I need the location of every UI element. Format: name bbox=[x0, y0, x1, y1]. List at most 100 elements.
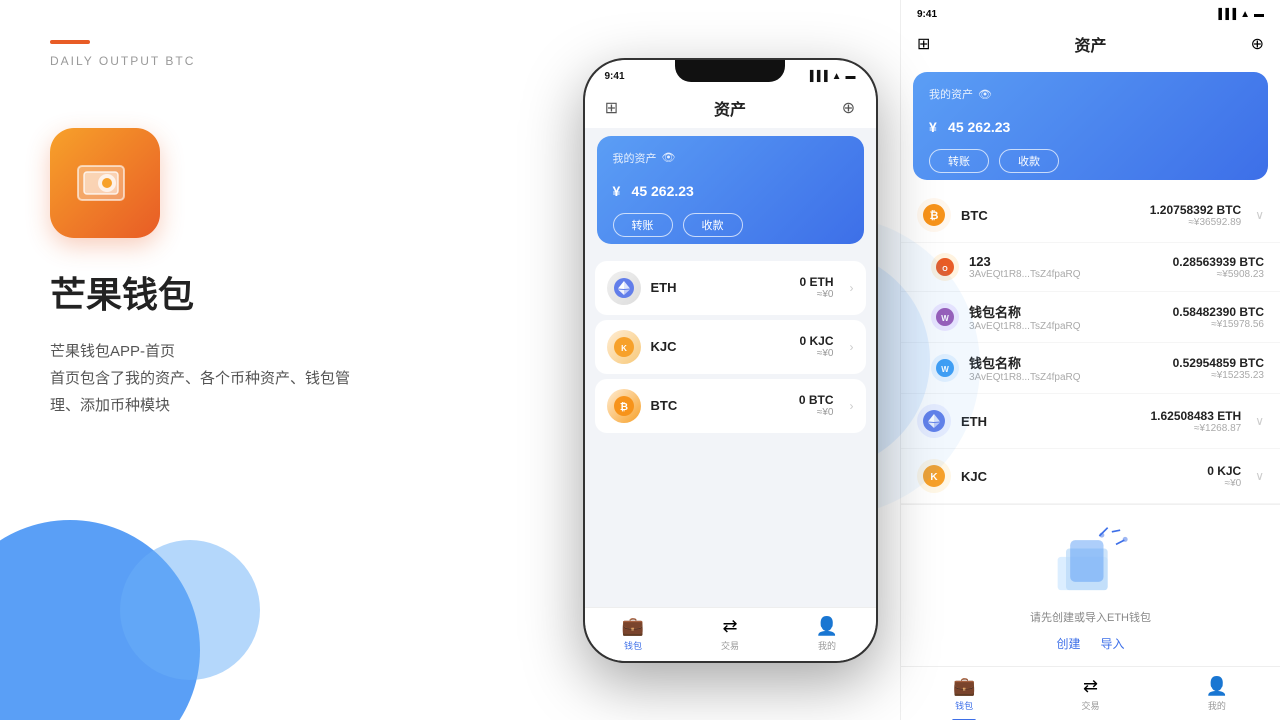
phone-tab-wallet[interactable]: 💼 钱包 bbox=[585, 608, 682, 661]
phone-coin-eth[interactable]: ETH 0 ETH ≈¥0 › bbox=[595, 261, 866, 315]
rp-empty-text: 请先创建或导入ETH钱包 bbox=[1030, 609, 1151, 625]
rp-wallet2-info: 钱包名称 3AvEQt1R8...TsZ4fpaRQ bbox=[969, 353, 1163, 383]
phone-time: 9:41 bbox=[605, 71, 625, 82]
btc-name: BTC bbox=[651, 398, 678, 413]
kjc-cny: ≈¥0 bbox=[799, 348, 833, 359]
rp-123-cny: ≈¥5908.23 bbox=[1173, 269, 1264, 280]
phone-tab-profile[interactable]: 👤 我的 bbox=[779, 608, 876, 661]
kjc-values: 0 KJC ≈¥0 bbox=[799, 334, 833, 359]
rp-profile-tab-icon: 👤 bbox=[1206, 676, 1228, 697]
rp-btc-arrow-icon: ∨ bbox=[1255, 208, 1264, 222]
eye-icon[interactable]: 👁 bbox=[662, 151, 676, 164]
rp-wallet1-addr: 3AvEQt1R8...TsZ4fpaRQ bbox=[969, 321, 1163, 332]
rp-asset-card: 我的资产 👁 ¥ 45 262.23 转账 收款 bbox=[913, 72, 1268, 180]
rp-wallet2-cny: ≈¥15235.23 bbox=[1173, 370, 1264, 381]
rp-kjc-info: KJC bbox=[961, 469, 1197, 484]
rp-battery-icon: ▬ bbox=[1254, 9, 1264, 20]
btc-cny: ≈¥0 bbox=[799, 407, 834, 418]
empty-illustration bbox=[1041, 521, 1141, 601]
rp-wallet1-amount: 0.58482390 BTC bbox=[1173, 305, 1264, 319]
rp-btc-cny: ≈¥36592.89 bbox=[1150, 217, 1241, 228]
phone-mockup-wrap: 9:41 ▐▐▐ ▲ ▬ ⊞ 资产 ⊕ 我的资产 👁 ¥ bbox=[560, 0, 900, 720]
app-desc-line3: 理、添加币种模块 bbox=[50, 397, 170, 414]
eth-amount: 0 ETH bbox=[799, 275, 833, 289]
profile-tab-icon: 👤 bbox=[816, 616, 838, 637]
phone-bottom-tabs: 💼 钱包 ⇄ 交易 👤 我的 bbox=[585, 607, 876, 661]
phone-coin-list: ETH 0 ETH ≈¥0 › K KJC 0 KJC ≈¥0 bbox=[585, 252, 876, 607]
btc-amount: 0 BTC bbox=[799, 393, 834, 407]
rp-123-addr: 3AvEQt1R8...TsZ4fpaRQ bbox=[969, 269, 1163, 280]
phone-nav-bar: ⊞ 资产 ⊕ bbox=[585, 88, 876, 128]
kjc-arrow-icon: › bbox=[850, 340, 854, 354]
rp-trade-tab-icon: ⇄ bbox=[1083, 676, 1098, 697]
rp-nav-grid-icon[interactable]: ⊞ bbox=[917, 34, 930, 54]
phone-notch bbox=[675, 60, 785, 82]
rp-tab-trade[interactable]: ⇄ 交易 bbox=[1027, 667, 1153, 720]
phone-receive-button[interactable]: 收款 bbox=[683, 213, 743, 237]
rp-tab-profile[interactable]: 👤 我的 bbox=[1154, 667, 1280, 720]
rp-nav-title: 资产 bbox=[1074, 32, 1106, 56]
phone-coin-kjc[interactable]: K KJC 0 KJC ≈¥0 › bbox=[595, 320, 866, 374]
nav-grid-icon[interactable]: ⊞ bbox=[601, 97, 623, 119]
svg-text:₿: ₿ bbox=[619, 401, 627, 413]
rp-coin-btc[interactable]: ₿ BTC 1.20758392 BTC ≈¥36592.89 ∨ bbox=[901, 188, 1280, 243]
eth-cny: ≈¥0 bbox=[799, 289, 833, 300]
app-title: 芒果钱包 bbox=[50, 266, 510, 318]
rp-status-bar: 9:41 ▐▐▐ ▲ ▬ bbox=[901, 0, 1280, 24]
btc-values: 0 BTC ≈¥0 bbox=[799, 393, 834, 418]
phone-transfer-button[interactable]: 转账 bbox=[613, 213, 673, 237]
app-icon bbox=[50, 128, 160, 238]
left-panel: DAILY OUTPUT BTC 芒果钱包 芒果钱包APP-首页 首页包含了我的… bbox=[0, 0, 560, 720]
rp-wallet2-name: 钱包名称 bbox=[969, 353, 1163, 372]
phone-card-actions: 转账 收款 bbox=[613, 213, 848, 237]
app-icon-svg bbox=[70, 148, 140, 218]
rp-status-icons: ▐▐▐ ▲ ▬ bbox=[1215, 9, 1264, 20]
rp-transfer-button[interactable]: 转账 bbox=[929, 149, 989, 173]
svg-text:K: K bbox=[621, 344, 627, 353]
btc-icon: ₿ bbox=[607, 389, 641, 423]
rp-kjc-values: 0 KJC ≈¥0 bbox=[1207, 464, 1241, 489]
rp-signal-icon: ▐▐▐ bbox=[1215, 9, 1236, 20]
rp-wallet1-cny: ≈¥15978.56 bbox=[1173, 319, 1264, 330]
rp-wallet1-name: 钱包名称 bbox=[969, 302, 1163, 321]
phone-asset-label: 我的资产 👁 bbox=[613, 150, 848, 166]
rp-btc-icon: ₿ bbox=[917, 198, 951, 232]
rp-create-button[interactable]: 创建 bbox=[1056, 635, 1080, 652]
rp-wallet2-values: 0.52954859 BTC ≈¥15235.23 bbox=[1173, 356, 1264, 381]
nav-add-icon[interactable]: ⊕ bbox=[837, 97, 859, 119]
rp-coin-kjc[interactable]: K KJC 0 KJC ≈¥0 ∨ bbox=[901, 449, 1280, 504]
svg-text:₿: ₿ bbox=[930, 210, 939, 222]
rp-eye-icon[interactable]: 👁 bbox=[978, 88, 992, 101]
rp-coin-123[interactable]: O 123 3AvEQt1R8...TsZ4fpaRQ 0.28563939 B… bbox=[901, 243, 1280, 292]
rp-eth-info: ETH bbox=[961, 414, 1140, 429]
rp-nav-add-icon[interactable]: ⊕ bbox=[1251, 34, 1264, 54]
rp-import-button[interactable]: 导入 bbox=[1101, 635, 1125, 652]
brand-subtitle: DAILY OUTPUT BTC bbox=[50, 54, 510, 68]
rp-btc-amount: 1.20758392 BTC bbox=[1150, 203, 1241, 217]
kjc-icon: K bbox=[607, 330, 641, 364]
trade-tab-icon: ⇄ bbox=[722, 616, 737, 637]
phone-tab-trade[interactable]: ⇄ 交易 bbox=[682, 608, 779, 661]
app-desc-line2: 首页包含了我的资产、各个币种资产、钱包管 bbox=[50, 370, 350, 387]
rp-eth-amount: 1.62508483 ETH bbox=[1150, 409, 1241, 423]
rp-empty-eth-box: 请先创建或导入ETH钱包 创建 导入 bbox=[901, 504, 1280, 666]
signal-icon: ▐▐▐ bbox=[806, 71, 827, 82]
rp-kjc-arrow-icon: ∨ bbox=[1255, 469, 1264, 483]
eth-icon bbox=[607, 271, 641, 305]
rp-tab-wallet[interactable]: 💼 钱包 bbox=[901, 667, 1027, 720]
rp-receive-button[interactable]: 收款 bbox=[999, 149, 1059, 173]
rp-wallet1-info: 钱包名称 3AvEQt1R8...TsZ4fpaRQ bbox=[969, 302, 1163, 332]
phone-nav-title: 资产 bbox=[714, 96, 746, 120]
eth-arrow-icon: › bbox=[850, 281, 854, 295]
rp-wallet1-values: 0.58482390 BTC ≈¥15978.56 bbox=[1173, 305, 1264, 330]
rp-eth-name: ETH bbox=[961, 414, 1140, 429]
rp-btc-values: 1.20758392 BTC ≈¥36592.89 bbox=[1150, 203, 1241, 228]
brand-accent-line bbox=[50, 40, 90, 44]
rp-123-info: 123 3AvEQt1R8...TsZ4fpaRQ bbox=[969, 254, 1163, 280]
rp-kjc-amount: 0 KJC bbox=[1207, 464, 1241, 478]
battery-icon: ▬ bbox=[846, 71, 856, 82]
rp-eth-arrow-icon: ∨ bbox=[1255, 414, 1264, 428]
rp-asset-label: 我的资产 👁 bbox=[929, 86, 1252, 102]
decorative-blob-2 bbox=[120, 540, 260, 680]
phone-coin-btc[interactable]: ₿ BTC 0 BTC ≈¥0 › bbox=[595, 379, 866, 433]
